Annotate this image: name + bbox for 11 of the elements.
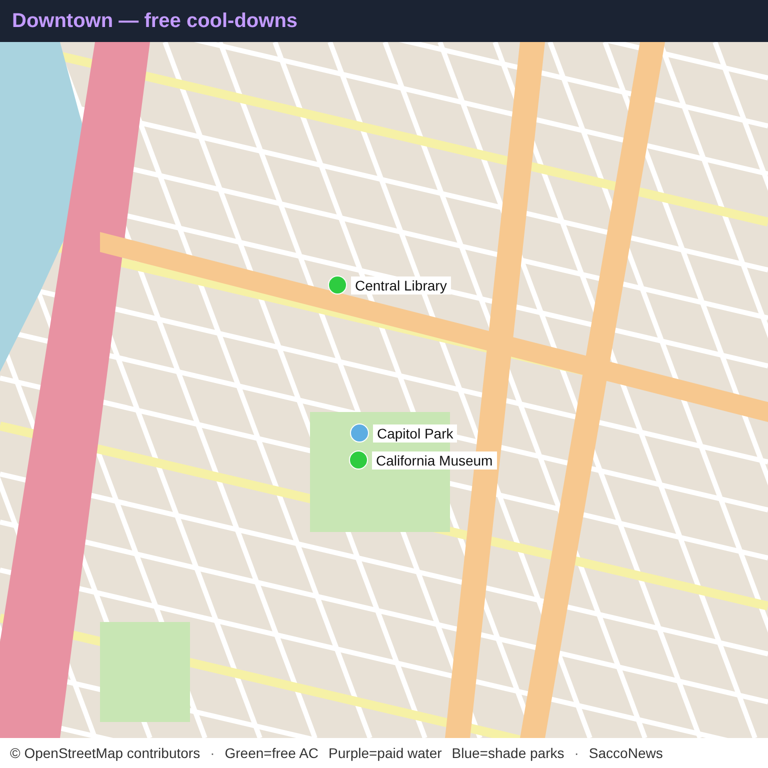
marker-label: California Museum [372,451,497,469]
source-text: SaccoNews [588,745,663,761]
separator-dot: · [210,745,215,761]
separator-dot: · [574,745,579,761]
marker-label: Central Library [351,276,451,294]
page-title: Downtown — free cool-downs [12,10,298,32]
legend-item: Green=free AC [224,745,319,761]
marker-label: Capitol Park [373,424,458,442]
legend-item: Blue=shade parks [452,745,564,761]
attribution-text: © OpenStreetMap contributors [10,745,200,761]
legend-item: Purple=paid water [328,745,442,761]
